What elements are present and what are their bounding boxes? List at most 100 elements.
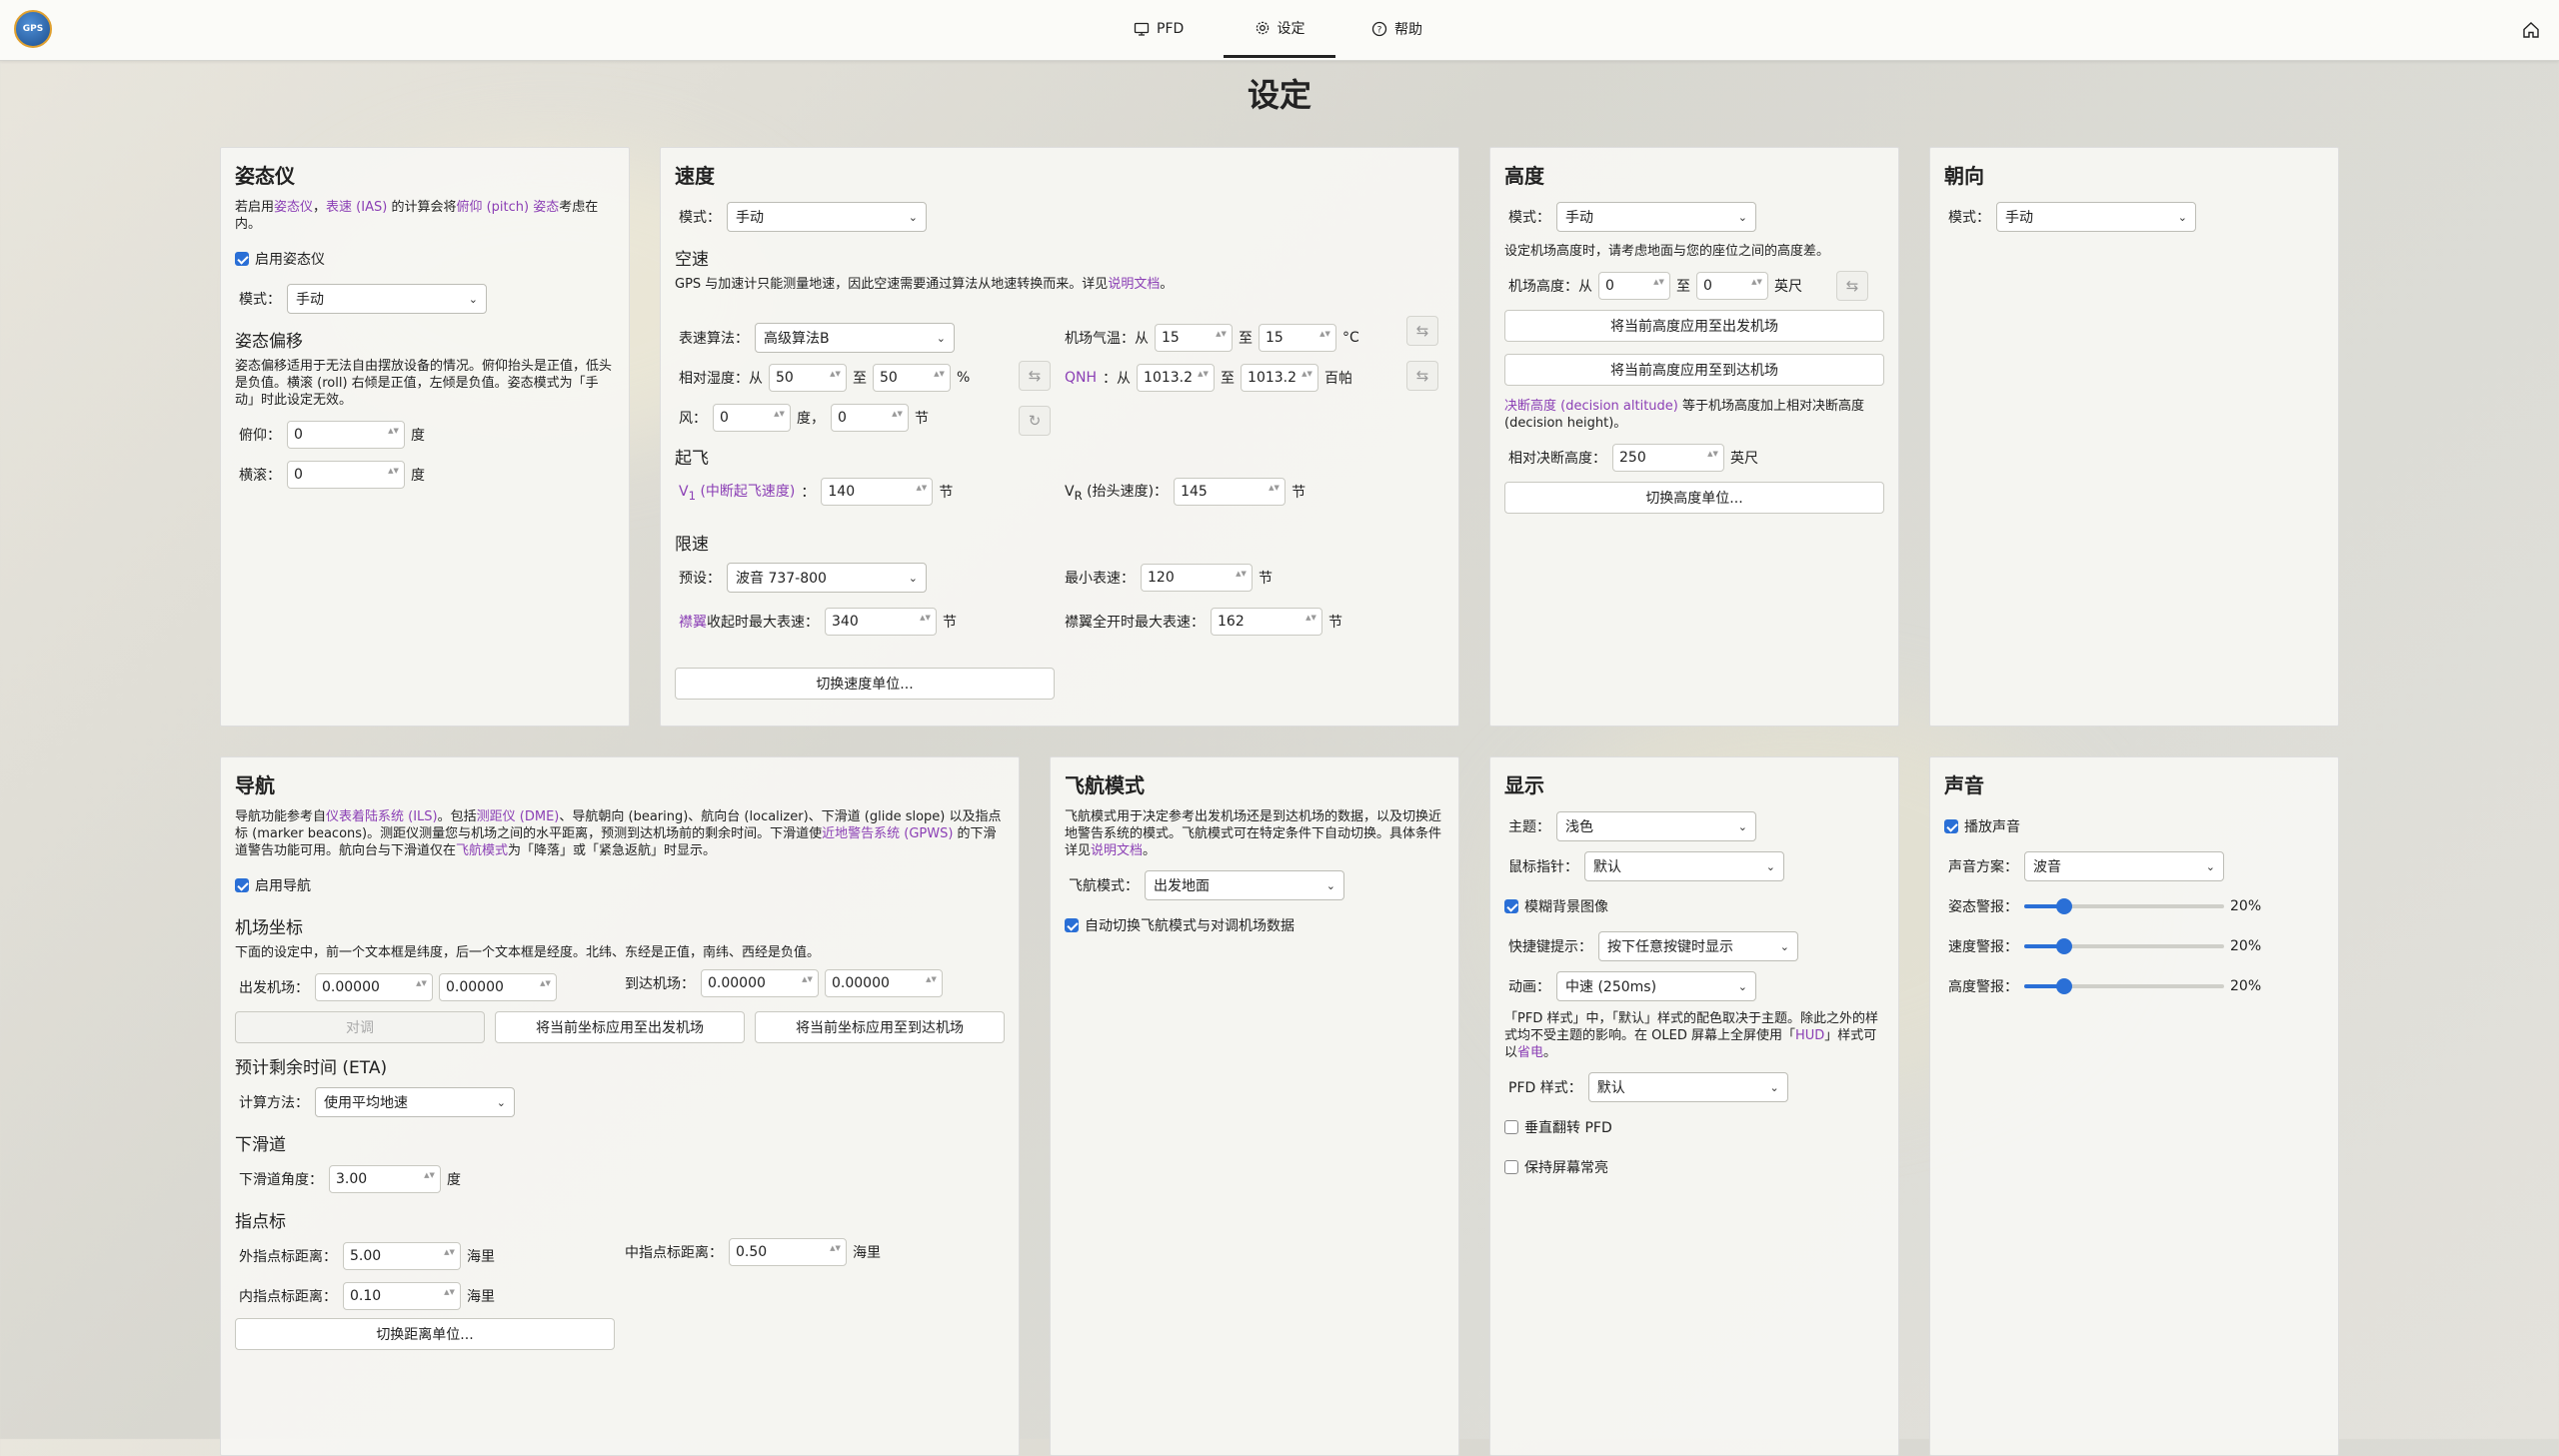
spinner-icon[interactable]: ▲▼ xyxy=(1707,450,1718,466)
spinner-icon[interactable]: ▲▼ xyxy=(934,370,945,386)
blur-background-row[interactable]: 模糊背景图像 xyxy=(1504,888,1884,924)
spinner-icon[interactable]: ▲▼ xyxy=(830,370,841,386)
qnh-to-input[interactable]: 1013.2 ▲▼ xyxy=(1241,364,1319,392)
temp-from-input[interactable]: 15 ▲▼ xyxy=(1155,324,1233,352)
link-ils[interactable]: 仪表着陆系统 (ILS) xyxy=(326,809,438,824)
elev-to-input[interactable]: 0 ▲▼ xyxy=(1696,272,1768,300)
spinner-icon[interactable]: ▲▼ xyxy=(1269,484,1280,500)
flight-mode-select[interactable]: 出发地面 ⌄ xyxy=(1145,870,1344,900)
apply-alt-arrival-button[interactable]: 将当前高度应用至到达机场 xyxy=(1504,354,1884,386)
swap-qnh-button[interactable]: ⇆ xyxy=(1406,361,1438,391)
eta-method-select[interactable]: 使用平均地速 ⌄ xyxy=(315,1087,515,1117)
flaps-up-max-input[interactable]: 340 ▲▼ xyxy=(825,608,937,636)
qnh-from-input[interactable]: 1013.2 ▲▼ xyxy=(1137,364,1216,392)
link-ias[interactable]: 表速 (IAS) xyxy=(326,200,387,215)
spinner-icon[interactable]: ▲▼ xyxy=(444,1248,455,1264)
pfd-style-select[interactable]: 默认 ⌄ xyxy=(1587,1072,1788,1102)
spinner-icon[interactable]: ▲▼ xyxy=(1236,570,1247,586)
apply-coords-arrival-button[interactable]: 将当前坐标应用至到达机场 xyxy=(755,1011,1005,1043)
cursor-select[interactable]: 默认 ⌄ xyxy=(1584,851,1784,881)
flip-pfd-row[interactable]: 垂直翻转 PFD xyxy=(1504,1109,1884,1145)
wind-direction-input[interactable]: 0 ▲▼ xyxy=(713,404,791,432)
link-attitude[interactable]: 姿态仪 xyxy=(274,200,313,215)
hotkey-hint-select[interactable]: 按下任意按键时显示 ⌄ xyxy=(1598,931,1798,961)
link-qnh[interactable]: QNH xyxy=(1061,370,1097,386)
swap-elevation-button[interactable]: ⇆ xyxy=(1836,271,1868,301)
arrival-lat-input[interactable]: 0.00000 ▲▼ xyxy=(701,969,819,997)
spinner-icon[interactable]: ▲▼ xyxy=(926,975,937,991)
animation-select[interactable]: 中速 (250ms) ⌄ xyxy=(1556,971,1756,1001)
middle-marker-input[interactable]: 0.50 ▲▼ xyxy=(729,1238,847,1266)
auto-switch-row[interactable]: 自动切换飞航模式与对调机场数据 xyxy=(1065,907,1444,943)
link-docs[interactable]: 说明文档 xyxy=(1091,843,1143,858)
attitude-alert-slider[interactable] xyxy=(2024,898,2224,914)
pitch-offset-input[interactable]: 0 ▲▼ xyxy=(287,421,405,449)
link-pitch[interactable]: 俯仰 (pitch) 姿态 xyxy=(456,200,559,215)
v1-input[interactable]: 140 ▲▼ xyxy=(821,478,934,506)
glide-angle-input[interactable]: 3.00 ▲▼ xyxy=(329,1165,441,1193)
spinner-icon[interactable]: ▲▼ xyxy=(1319,330,1330,346)
slider-thumb[interactable] xyxy=(2056,978,2072,994)
link-hud[interactable]: HUD xyxy=(1795,1028,1824,1043)
vr-input[interactable]: 145 ▲▼ xyxy=(1174,478,1286,506)
link-flight-mode[interactable]: 飞航模式 xyxy=(456,843,508,858)
slider-thumb[interactable] xyxy=(2056,938,2072,954)
flaps-full-max-input[interactable]: 162 ▲▼ xyxy=(1211,608,1322,636)
spinner-icon[interactable]: ▲▼ xyxy=(830,1244,841,1260)
keep-awake-row[interactable]: 保持屏幕常亮 xyxy=(1504,1149,1884,1185)
spinner-icon[interactable]: ▲▼ xyxy=(424,1171,435,1187)
humidity-to-input[interactable]: 50 ▲▼ xyxy=(873,364,951,392)
altitude-mode-select[interactable]: 手动 ⌄ xyxy=(1556,202,1756,232)
sound-scheme-select[interactable]: 波音 ⌄ xyxy=(2024,851,2224,881)
humidity-from-input[interactable]: 50 ▲▼ xyxy=(769,364,847,392)
temp-to-input[interactable]: 15 ▲▼ xyxy=(1259,324,1336,352)
link-v1[interactable]: V1 (中断起飞速度) xyxy=(675,481,795,503)
spinner-icon[interactable]: ▲▼ xyxy=(1301,370,1312,386)
link-gpws[interactable]: 近地警告系统 (GPWS) xyxy=(822,826,953,841)
spinner-icon[interactable]: ▲▼ xyxy=(1216,330,1227,346)
play-sound-row[interactable]: 播放声音 xyxy=(1944,808,2324,844)
spinner-icon[interactable]: ▲▼ xyxy=(416,979,427,995)
app-logo[interactable]: GPS xyxy=(14,10,52,48)
min-speed-input[interactable]: 120 ▲▼ xyxy=(1141,564,1253,592)
roll-offset-input[interactable]: 0 ▲▼ xyxy=(287,461,405,489)
flip-pfd-checkbox[interactable] xyxy=(1504,1120,1518,1134)
speed-alert-slider[interactable] xyxy=(2024,938,2224,954)
elev-from-input[interactable]: 0 ▲▼ xyxy=(1598,272,1670,300)
ias-algorithm-select[interactable]: 高级算法B ⌄ xyxy=(755,323,955,353)
spinner-icon[interactable]: ▲▼ xyxy=(1305,614,1316,630)
swap-airports-button[interactable]: 对调 xyxy=(235,1011,485,1043)
reset-wind-button[interactable]: ↻ xyxy=(1019,406,1051,436)
inner-marker-input[interactable]: 0.10 ▲▼ xyxy=(343,1282,461,1310)
tab-help[interactable]: ? 帮助 xyxy=(1371,0,1431,58)
spinner-icon[interactable]: ▲▼ xyxy=(802,975,813,991)
link-decision-altitude[interactable]: 决断高度 (decision altitude) xyxy=(1504,399,1678,414)
blur-background-checkbox[interactable] xyxy=(1504,899,1518,913)
slider-thumb[interactable] xyxy=(2056,898,2072,914)
departure-lon-input[interactable]: 0.00000 ▲▼ xyxy=(439,973,557,1001)
home-icon[interactable] xyxy=(2521,20,2541,40)
speed-mode-select[interactable]: 手动 ⌄ xyxy=(727,202,927,232)
aircraft-preset-select[interactable]: 波音 737-800 ⌄ xyxy=(727,563,927,593)
tab-pfd[interactable]: PFD xyxy=(1134,0,1194,58)
enable-navigation-row[interactable]: 启用导航 xyxy=(235,867,1005,903)
swap-temp-button[interactable]: ⇆ xyxy=(1406,316,1438,346)
apply-alt-departure-button[interactable]: 将当前高度应用至出发机场 xyxy=(1504,310,1884,342)
wind-speed-input[interactable]: 0 ▲▼ xyxy=(831,404,909,432)
altitude-alert-slider[interactable] xyxy=(2024,978,2224,994)
switch-speed-unit-button[interactable]: 切换速度单位... xyxy=(675,668,1055,700)
departure-lat-input[interactable]: 0.00000 ▲▼ xyxy=(315,973,433,1001)
decision-height-input[interactable]: 250 ▲▼ xyxy=(1612,444,1724,472)
spinner-icon[interactable]: ▲▼ xyxy=(1653,278,1664,294)
tab-settings[interactable]: 设定 xyxy=(1224,0,1335,58)
spinner-icon[interactable]: ▲▼ xyxy=(444,1288,455,1304)
spinner-icon[interactable]: ▲▼ xyxy=(388,467,399,483)
theme-select[interactable]: 浅色 ⌄ xyxy=(1556,811,1756,841)
spinner-icon[interactable]: ▲▼ xyxy=(1751,278,1762,294)
enable-attitude-row[interactable]: 启用姿态仪 xyxy=(235,241,615,277)
spinner-icon[interactable]: ▲▼ xyxy=(916,484,927,500)
arrival-lon-input[interactable]: 0.00000 ▲▼ xyxy=(825,969,943,997)
link-power-saving[interactable]: 省电 xyxy=(1517,1045,1543,1060)
spinner-icon[interactable]: ▲▼ xyxy=(774,410,785,426)
keep-awake-checkbox[interactable] xyxy=(1504,1160,1518,1174)
